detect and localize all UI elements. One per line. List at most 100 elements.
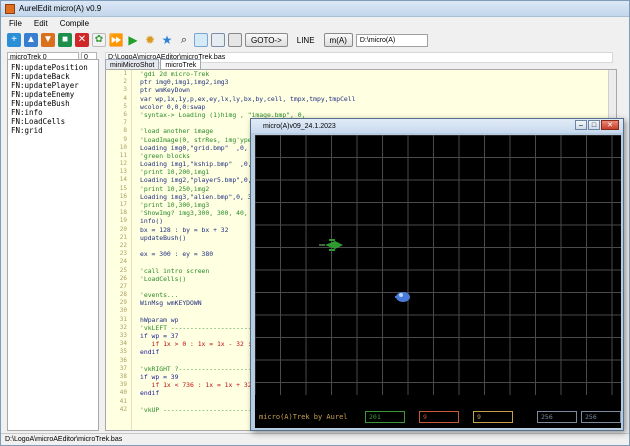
line-number: 4 — [123, 94, 127, 102]
game-window-title: micro(A)v09_24.1.2023 — [263, 122, 336, 130]
menu-edit[interactable]: Edit — [34, 19, 48, 28]
line-number: 41 — [119, 397, 127, 405]
line-number: 7 — [123, 119, 127, 127]
game-hud: micro(A)Trek by Aurel 201 9 9 256 256 — [255, 410, 621, 424]
line-number-gutter: 1 2 3 4 5 6 7 8 9 10 11 12 13 14 15 16 17 18 19 20 21 22 23 24 2… — [106, 70, 132, 430]
line-number: 16 — [119, 192, 127, 200]
status-bar: D:\LogoA\microAEditor\microTrek.bas — [1, 433, 629, 445]
close-file-icon[interactable]: ✕ — [75, 33, 89, 47]
code-line[interactable]: var wp,1x,1y,p,ex,ey,lx,ly,bx,by,cell, t… — [140, 95, 612, 103]
code-line[interactable]: 'gdi 2d micro-Trek — [140, 70, 612, 78]
line-number: 17 — [119, 201, 127, 208]
line-number: 21 — [119, 233, 127, 241]
function-item[interactable]: FN:updateBack — [11, 72, 98, 81]
window-title: AurelEdit micro(A) v0.9 — [19, 4, 102, 13]
line-number: 12 — [119, 160, 127, 168]
player-ship-icon — [319, 239, 343, 251]
line-number: 42 — [119, 405, 127, 413]
line-number: 25 — [119, 266, 127, 274]
line-number: 23 — [119, 250, 127, 258]
hud-value-box: 256 — [581, 411, 621, 423]
alien-ship-icon — [395, 292, 410, 302]
compile-icon[interactable]: ✿ — [92, 33, 106, 47]
game-sprites — [319, 239, 410, 302]
game-window-titlebar: micro(A)v09_24.1.2023 – □ ✕ — [251, 119, 623, 133]
line-number: 38 — [119, 372, 127, 380]
function-item[interactable]: FN:info — [11, 108, 98, 117]
search-icon[interactable]: ⌕ — [177, 33, 191, 47]
line-number: 3 — [123, 86, 127, 94]
line-number: 19 — [119, 217, 127, 225]
line-number: 15 — [119, 184, 127, 192]
compiler-path-field[interactable]: D:\micro(A) — [355, 33, 428, 47]
floppy-icon[interactable] — [228, 33, 242, 47]
line-number: 24 — [119, 258, 127, 266]
line-number: 18 — [119, 209, 127, 217]
line-number: 29 — [119, 299, 127, 307]
code-line[interactable]: ptr wmKeyDown — [140, 86, 612, 94]
menu-file[interactable]: File — [9, 19, 22, 28]
status-path: D:\LogoA\microAEditor\microTrek.bas — [5, 436, 123, 443]
line-number: 33 — [119, 332, 127, 339]
ma-button[interactable]: m(A) — [323, 33, 353, 47]
hud-title: micro(A)Trek by Aurel — [259, 413, 348, 421]
window-controls: – □ ✕ — [575, 120, 619, 130]
line-label: LINE — [296, 35, 315, 45]
function-item[interactable]: FN:updatePlayer — [11, 81, 98, 90]
grid-icon[interactable] — [211, 33, 225, 47]
title-bar: AurelEdit micro(A) v0.9 — [1, 1, 629, 17]
line-number: 13 — [119, 168, 127, 176]
info-bar: microTrek 0 0 D:\LogoA\microAEditor\micr… — [7, 51, 623, 63]
maximize-icon[interactable]: □ — [588, 120, 600, 130]
line-number: 11 — [119, 151, 127, 159]
line-number: 2 — [123, 78, 127, 86]
code-line[interactable]: wcolor 0,0,0:swap — [140, 103, 612, 111]
editor-app-window: AurelEdit micro(A) v0.9 File Edit Compil… — [0, 0, 630, 446]
function-item[interactable]: FN:updateEnemy — [11, 90, 98, 99]
line-number: 14 — [119, 176, 127, 184]
line-number: 20 — [119, 225, 127, 233]
line-number: 36 — [119, 356, 127, 364]
settings-icon[interactable]: ✹ — [143, 33, 157, 47]
line-number: 39 — [119, 381, 127, 389]
app-icon — [5, 3, 15, 14]
game-canvas[interactable]: micro(A)Trek by Aurel 201 9 9 256 256 — [255, 135, 621, 428]
line-number: 40 — [119, 389, 127, 397]
line-number: 10 — [119, 143, 127, 151]
minimize-icon[interactable]: – — [575, 120, 587, 130]
save-icon[interactable]: ▼ — [41, 33, 55, 47]
function-item[interactable]: FN:grid — [11, 126, 98, 135]
hud-value-box: 9 — [419, 411, 459, 423]
line-number: 34 — [119, 340, 127, 348]
function-item[interactable]: FN:LoadCells — [11, 117, 98, 126]
open-file-icon[interactable]: ▲ — [24, 33, 38, 47]
hud-value-box: 201 — [365, 411, 405, 423]
hud-value-box: 9 — [473, 411, 513, 423]
line-number: 1 — [123, 70, 127, 77]
line-number: 9 — [123, 135, 127, 143]
game-window: micro(A)v09_24.1.2023 – □ ✕ micro(A)Trek… — [250, 118, 624, 431]
function-item[interactable]: FN:updateBush — [11, 99, 98, 108]
line-number: 31 — [119, 315, 127, 323]
line-number: 5 — [123, 102, 127, 110]
save-as-icon[interactable]: ■ — [58, 33, 72, 47]
line-number: 27 — [119, 282, 127, 290]
code-line[interactable]: ptr img0,img1,img2,img3 — [140, 78, 612, 86]
function-item[interactable]: FN:updatePosition — [11, 63, 98, 72]
function-list: FN:updatePosition FN:updateBack FN:updat… — [7, 59, 99, 431]
goto-button[interactable]: GOTO-> — [245, 33, 288, 47]
new-file-icon[interactable]: + — [7, 33, 21, 47]
line-number: 28 — [119, 291, 127, 299]
line-number: 32 — [119, 323, 127, 331]
close-icon[interactable]: ✕ — [601, 120, 619, 130]
run-icon[interactable]: ▶ — [126, 33, 140, 47]
image-icon[interactable] — [194, 33, 208, 47]
menu-compile[interactable]: Compile — [60, 19, 89, 28]
run-all-icon[interactable]: ⏩ — [109, 33, 124, 47]
line-number: 37 — [119, 364, 127, 372]
star-icon[interactable]: ★ — [160, 33, 174, 47]
line-number: 22 — [119, 241, 127, 249]
line-number: 6 — [123, 110, 127, 118]
hud-value-box: 256 — [537, 411, 577, 423]
toolbar: + ▲ ▼ ■ ✕ ✿ ⏩ ▶ ✹ ★ ⌕ GOTO-> LINE m(A) D… — [1, 29, 629, 51]
